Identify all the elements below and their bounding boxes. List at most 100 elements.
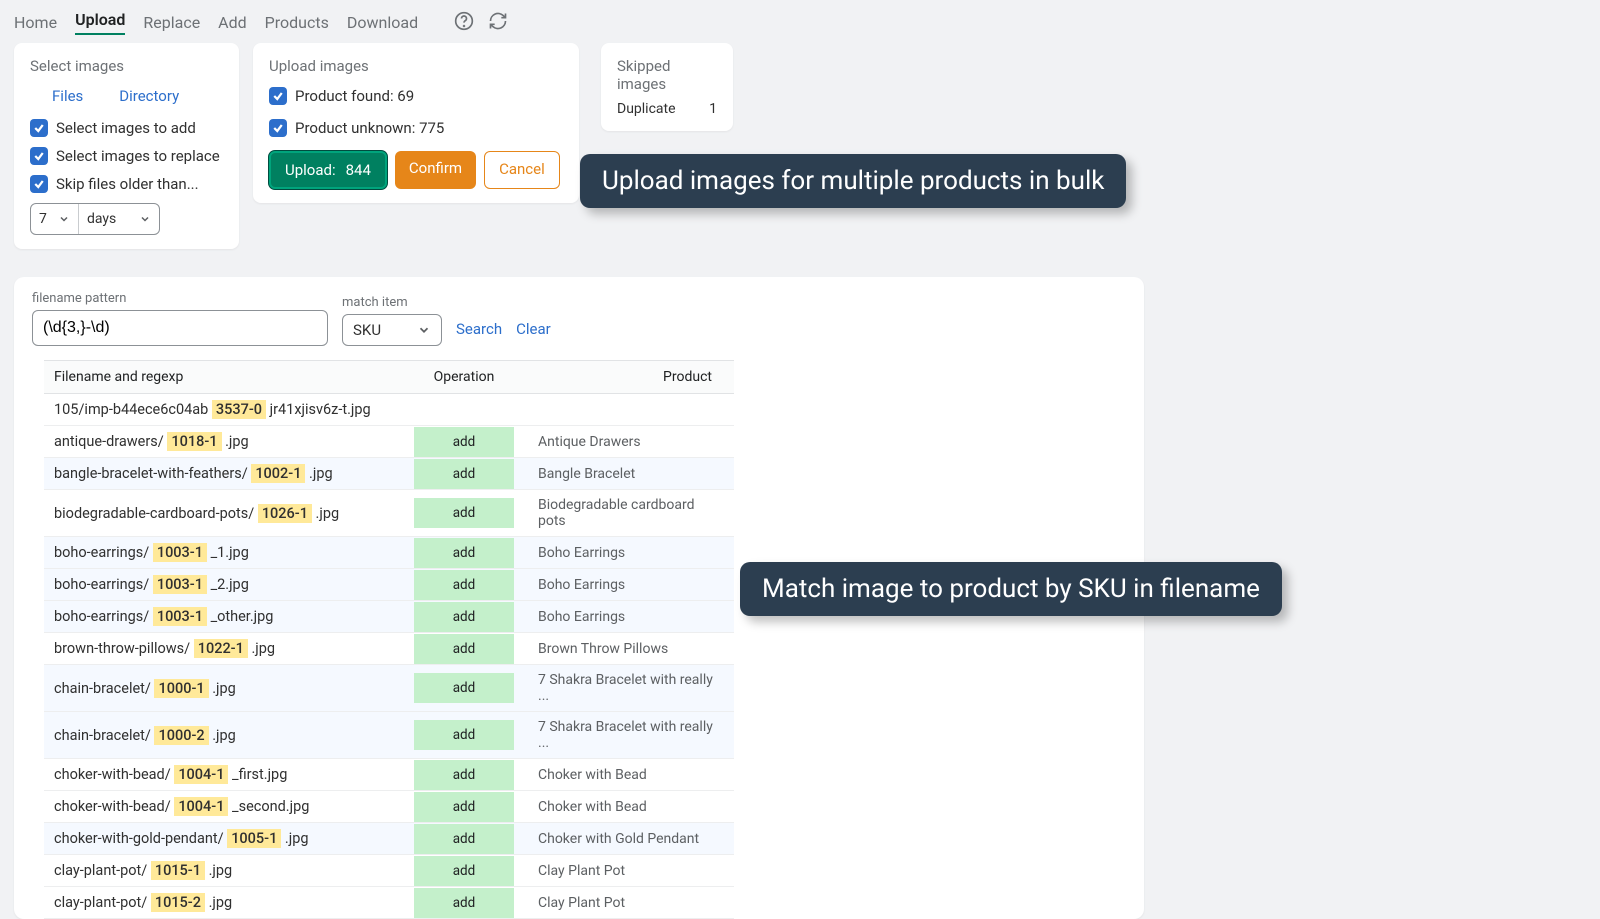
cell-product: Clay Plant Pot <box>514 856 734 886</box>
cell-product: Biodegradable cardboard pots <box>514 490 734 536</box>
sku-highlight: 1026-1 <box>258 504 312 523</box>
cell-product: Boho Earrings <box>514 602 734 632</box>
nav-download[interactable]: Download <box>347 13 418 32</box>
cell-operation: add <box>414 459 514 489</box>
age-number-select[interactable]: 7 <box>31 204 79 234</box>
col-operation-header: Operation <box>414 361 514 393</box>
tab-files[interactable]: Files <box>52 87 83 105</box>
col-product-header: Product <box>514 361 734 393</box>
upload-images-title: Upload images <box>269 57 563 75</box>
table-row[interactable]: boho-earrings/ 1003-1 _other.jpgaddBoho … <box>44 601 734 633</box>
refresh-icon[interactable] <box>488 11 508 35</box>
cell-product: Choker with Bead <box>514 760 734 790</box>
product-unknown-label: Product unknown: 775 <box>295 119 444 137</box>
table-row[interactable]: choker-with-bead/ 1004-1 _first.jpgaddCh… <box>44 759 734 791</box>
table-row[interactable]: choker-with-bead/ 1004-1 _second.jpgaddC… <box>44 791 734 823</box>
cell-filename: boho-earrings/ 1003-1 _2.jpg <box>44 569 414 600</box>
sku-highlight: 1002-1 <box>251 464 305 483</box>
nav-replace[interactable]: Replace <box>143 13 200 32</box>
skipped-duplicate-value: 1 <box>709 101 717 117</box>
table-row[interactable]: clay-plant-pot/ 1015-1 .jpgaddClay Plant… <box>44 855 734 887</box>
cell-operation: add <box>414 792 514 822</box>
nav-products[interactable]: Products <box>265 13 329 32</box>
cell-product: Brown Throw Pillows <box>514 634 734 664</box>
cell-filename: choker-with-bead/ 1004-1 _second.jpg <box>44 791 414 822</box>
product-found-label: Product found: 69 <box>295 87 414 105</box>
clear-link[interactable]: Clear <box>516 320 551 346</box>
cell-operation: add <box>414 602 514 632</box>
age-selector: 7 days <box>30 203 160 235</box>
cell-operation: add <box>414 824 514 854</box>
results-table: Filename and regexp Operation Product 10… <box>44 360 734 919</box>
cell-filename: clay-plant-pot/ 1015-1 .jpg <box>44 855 414 886</box>
cell-operation: add <box>414 673 514 703</box>
checkbox-add-label: Select images to add <box>56 119 196 137</box>
table-row[interactable]: chain-bracelet/ 1000-2 .jpgadd7 Shakra B… <box>44 712 734 759</box>
select-images-card: Select images Files Directory Select ima… <box>14 43 239 249</box>
sku-highlight: 1018-1 <box>167 432 221 451</box>
skipped-images-card: Skipped images Duplicate 1 <box>601 43 733 131</box>
checkbox-skip-label: Skip files older than... <box>56 175 199 193</box>
nav-upload[interactable]: Upload <box>75 10 125 35</box>
checkbox-product-found[interactable] <box>269 87 287 105</box>
cell-product: Bangle Bracelet <box>514 459 734 489</box>
cell-operation: add <box>414 720 514 750</box>
checkbox-add[interactable] <box>30 119 48 137</box>
pattern-label: filename pattern <box>32 291 328 306</box>
age-unit-select[interactable]: days <box>79 204 159 234</box>
tab-directory[interactable]: Directory <box>119 87 179 105</box>
cell-filename: boho-earrings/ 1003-1 _other.jpg <box>44 601 414 632</box>
skipped-duplicate-label: Duplicate <box>617 101 676 117</box>
cell-filename: 105/imp-b44ece6c04ab 3537-0 jr41xjisv6z-… <box>44 394 414 425</box>
callout-match-sku: Match image to product by SKU in filenam… <box>740 562 1282 616</box>
table-row[interactable]: boho-earrings/ 1003-1 _2.jpgaddBoho Earr… <box>44 569 734 601</box>
cell-operation: add <box>414 760 514 790</box>
select-images-title: Select images <box>30 57 223 75</box>
chevron-down-icon <box>139 213 151 225</box>
cell-operation: add <box>414 570 514 600</box>
table-row[interactable]: clay-plant-pot/ 1015-2 .jpgaddClay Plant… <box>44 887 734 919</box>
sku-highlight: 3537-0 <box>212 400 266 419</box>
skipped-images-title: Skipped images <box>617 57 717 93</box>
table-row[interactable]: chain-bracelet/ 1000-1 .jpgadd7 Shakra B… <box>44 665 734 712</box>
cell-filename: bangle-bracelet-with-feathers/ 1002-1 .j… <box>44 458 414 489</box>
cell-filename: choker-with-bead/ 1004-1 _first.jpg <box>44 759 414 790</box>
cancel-button[interactable]: Cancel <box>484 151 560 189</box>
checkbox-skip[interactable] <box>30 175 48 193</box>
checkbox-replace[interactable] <box>30 147 48 165</box>
cell-operation: add <box>414 538 514 568</box>
cell-product <box>514 403 734 417</box>
nav-home[interactable]: Home <box>14 13 57 32</box>
cell-filename: biodegradable-cardboard-pots/ 1026-1 .jp… <box>44 498 414 529</box>
pattern-input[interactable] <box>32 310 328 346</box>
table-row[interactable]: bangle-bracelet-with-feathers/ 1002-1 .j… <box>44 458 734 490</box>
table-row[interactable]: choker-with-gold-pendant/ 1005-1 .jpgadd… <box>44 823 734 855</box>
cell-product: Clay Plant Pot <box>514 888 734 918</box>
cell-product: 7 Shakra Bracelet with really ... <box>514 712 734 758</box>
cell-filename: choker-with-gold-pendant/ 1005-1 .jpg <box>44 823 414 854</box>
table-row[interactable]: antique-drawers/ 1018-1 .jpgaddAntique D… <box>44 426 734 458</box>
cell-operation: add <box>414 427 514 457</box>
checkbox-product-unknown[interactable] <box>269 119 287 137</box>
main-nav: Home Upload Replace Add Products Downloa… <box>0 0 1600 43</box>
sku-highlight: 1003-1 <box>153 607 207 626</box>
nav-add[interactable]: Add <box>218 13 246 32</box>
callout-bulk-upload: Upload images for multiple products in b… <box>580 154 1126 208</box>
table-row[interactable]: biodegradable-cardboard-pots/ 1026-1 .jp… <box>44 490 734 537</box>
upload-button[interactable]: Upload: 844 <box>269 151 387 189</box>
table-row[interactable]: 105/imp-b44ece6c04ab 3537-0 jr41xjisv6z-… <box>44 394 734 426</box>
confirm-button[interactable]: Confirm <box>395 151 476 189</box>
cell-operation <box>414 403 514 417</box>
match-select[interactable]: SKU <box>342 314 442 346</box>
search-link[interactable]: Search <box>456 320 502 346</box>
chevron-down-icon <box>58 213 70 225</box>
table-row[interactable]: brown-throw-pillows/ 1022-1 .jpgaddBrown… <box>44 633 734 665</box>
sku-highlight: 1003-1 <box>153 575 207 594</box>
checkbox-replace-label: Select images to replace <box>56 147 220 165</box>
table-row[interactable]: boho-earrings/ 1003-1 _1.jpgaddBoho Earr… <box>44 537 734 569</box>
cell-operation: add <box>414 888 514 918</box>
cell-filename: antique-drawers/ 1018-1 .jpg <box>44 426 414 457</box>
help-icon[interactable] <box>454 11 474 35</box>
col-filename-header: Filename and regexp <box>44 361 414 393</box>
sku-highlight: 1003-1 <box>153 543 207 562</box>
